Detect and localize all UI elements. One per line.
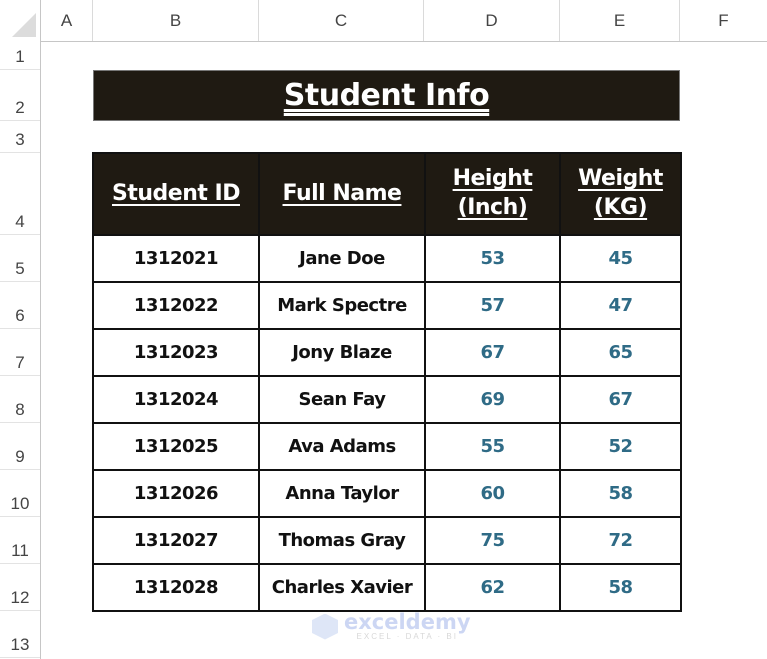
row-header-3[interactable]: 3 bbox=[0, 121, 40, 153]
column-header-f[interactable]: F bbox=[680, 0, 767, 41]
row-header-2[interactable]: 2 bbox=[0, 70, 40, 121]
table-row: 1312022 Mark Spectre 57 47 bbox=[92, 281, 682, 330]
student-table: Student ID Full Name Height (Inch) Weight… bbox=[92, 152, 682, 612]
row-header-1[interactable]: 1 bbox=[0, 41, 40, 70]
header-student-id-text: Student ID bbox=[112, 180, 240, 206]
header-height-line2: (Inch) bbox=[457, 195, 528, 220]
table-row: 1312023 Jony Blaze 67 65 bbox=[92, 328, 682, 377]
select-all-corner[interactable] bbox=[0, 0, 41, 41]
column-header-e[interactable]: E bbox=[560, 0, 680, 41]
header-weight-line2: (KG) bbox=[593, 195, 648, 220]
header-full-name-text: Full Name bbox=[282, 180, 402, 206]
cell-height[interactable]: 62 bbox=[424, 563, 561, 612]
cell-full-name[interactable]: Jane Doe bbox=[258, 234, 426, 283]
table-row: 1312027 Thomas Gray 75 72 bbox=[92, 516, 682, 565]
row-header-9[interactable]: 9 bbox=[0, 423, 40, 470]
cell-student-id[interactable]: 1312021 bbox=[92, 234, 260, 283]
row-header-8[interactable]: 8 bbox=[0, 376, 40, 423]
row-header-13[interactable]: 13 bbox=[0, 611, 40, 658]
row-header-12[interactable]: 12 bbox=[0, 564, 40, 611]
column-header-a[interactable]: A bbox=[41, 0, 93, 41]
cell-student-id[interactable]: 1312028 bbox=[92, 563, 260, 612]
row-header-bar: 1 2 3 4 5 6 7 8 9 10 11 12 13 bbox=[0, 41, 41, 659]
table-row: 1312024 Sean Fay 69 67 bbox=[92, 375, 682, 424]
select-all-triangle-icon bbox=[12, 13, 36, 37]
cell-student-id[interactable]: 1312024 bbox=[92, 375, 260, 424]
header-height[interactable]: Height (Inch) bbox=[424, 152, 561, 236]
column-header-c[interactable]: C bbox=[259, 0, 424, 41]
cell-student-id[interactable]: 1312027 bbox=[92, 516, 260, 565]
cell-height[interactable]: 55 bbox=[424, 422, 561, 471]
row-header-7[interactable]: 7 bbox=[0, 329, 40, 376]
cell-height[interactable]: 60 bbox=[424, 469, 561, 518]
table-row: 1312028 Charles Xavier 62 58 bbox=[92, 563, 682, 612]
cell-full-name[interactable]: Ava Adams bbox=[258, 422, 426, 471]
table-row: 1312025 Ava Adams 55 52 bbox=[92, 422, 682, 471]
cell-student-id[interactable]: 1312026 bbox=[92, 469, 260, 518]
cell-weight[interactable]: 58 bbox=[559, 469, 682, 518]
header-full-name[interactable]: Full Name bbox=[258, 152, 426, 236]
title-cell[interactable]: Student Info bbox=[93, 70, 680, 121]
cell-full-name[interactable]: Charles Xavier bbox=[258, 563, 426, 612]
cell-full-name[interactable]: Sean Fay bbox=[258, 375, 426, 424]
table-row: 1312021 Jane Doe 53 45 bbox=[92, 234, 682, 283]
header-weight[interactable]: Weight (KG) bbox=[559, 152, 682, 236]
title-text: Student Info bbox=[283, 78, 490, 113]
watermark-text-block: exceldemy EXCEL · DATA · BI bbox=[344, 610, 471, 642]
cell-student-id[interactable]: 1312023 bbox=[92, 328, 260, 377]
cell-full-name[interactable]: Mark Spectre bbox=[258, 281, 426, 330]
watermark-tagline: EXCEL · DATA · BI bbox=[356, 632, 458, 641]
row-header-4[interactable]: 4 bbox=[0, 153, 40, 235]
cell-weight[interactable]: 65 bbox=[559, 328, 682, 377]
table-header-row: Student ID Full Name Height (Inch) Weight… bbox=[92, 152, 682, 236]
exceldemy-watermark: exceldemy EXCEL · DATA · BI bbox=[312, 612, 471, 641]
watermark-brand: exceldemy bbox=[344, 610, 471, 634]
cell-weight[interactable]: 72 bbox=[559, 516, 682, 565]
row-header-11[interactable]: 11 bbox=[0, 517, 40, 564]
table-row: 1312026 Anna Taylor 60 58 bbox=[92, 469, 682, 518]
cell-height[interactable]: 67 bbox=[424, 328, 561, 377]
cell-full-name[interactable]: Jony Blaze bbox=[258, 328, 426, 377]
header-height-line1: Height bbox=[452, 166, 533, 192]
column-header-d[interactable]: D bbox=[424, 0, 560, 41]
cell-height[interactable]: 69 bbox=[424, 375, 561, 424]
cell-height[interactable]: 57 bbox=[424, 281, 561, 330]
exceldemy-logo-icon bbox=[312, 613, 338, 640]
column-header-b[interactable]: B bbox=[93, 0, 259, 41]
cell-height[interactable]: 53 bbox=[424, 234, 561, 283]
cell-weight[interactable]: 67 bbox=[559, 375, 682, 424]
cell-weight[interactable]: 45 bbox=[559, 234, 682, 283]
header-weight-line1: Weight bbox=[578, 166, 663, 192]
row-header-10[interactable]: 10 bbox=[0, 470, 40, 517]
cell-student-id[interactable]: 1312022 bbox=[92, 281, 260, 330]
header-student-id[interactable]: Student ID bbox=[92, 152, 260, 236]
cell-full-name[interactable]: Anna Taylor bbox=[258, 469, 426, 518]
cell-student-id[interactable]: 1312025 bbox=[92, 422, 260, 471]
cell-weight[interactable]: 58 bbox=[559, 563, 682, 612]
row-header-6[interactable]: 6 bbox=[0, 282, 40, 329]
row-header-5[interactable]: 5 bbox=[0, 235, 40, 282]
cell-weight[interactable]: 47 bbox=[559, 281, 682, 330]
cell-full-name[interactable]: Thomas Gray bbox=[258, 516, 426, 565]
cell-height[interactable]: 75 bbox=[424, 516, 561, 565]
cell-weight[interactable]: 52 bbox=[559, 422, 682, 471]
column-header-bar: A B C D E F bbox=[41, 0, 767, 42]
